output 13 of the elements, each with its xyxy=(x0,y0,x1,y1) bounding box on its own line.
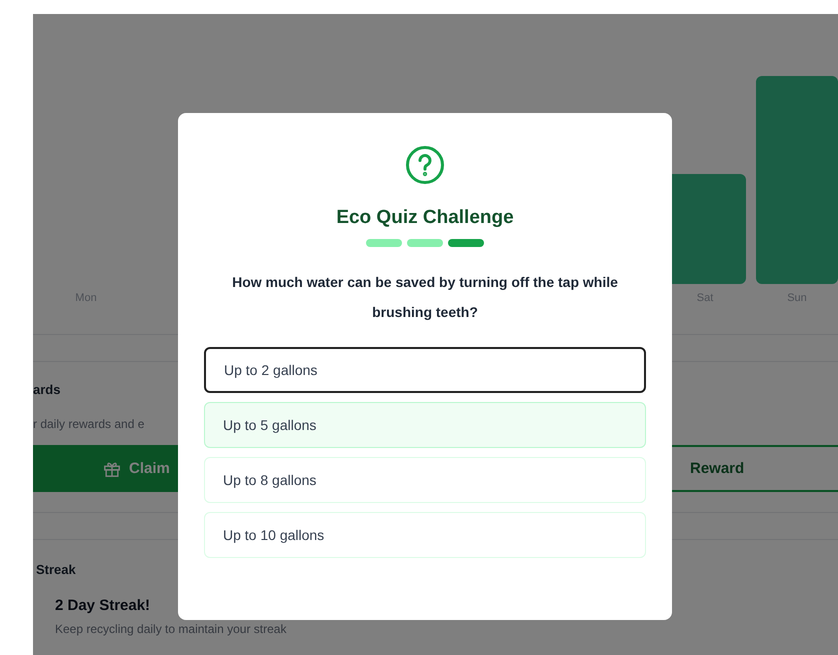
quiz-title: Eco Quiz Challenge xyxy=(336,207,514,229)
answer-option[interactable]: Up to 8 gallons xyxy=(204,457,646,503)
section-heading: ards xyxy=(33,382,60,397)
quiz-question: How much water can be saved by turning off the tap while brushing teeth? xyxy=(231,273,619,322)
question-icon xyxy=(405,145,445,185)
section-description: r daily rewards and e xyxy=(33,417,144,431)
gift-icon xyxy=(103,460,121,478)
answer-option[interactable]: Up to 10 gallons xyxy=(204,512,646,558)
streak-title: 2 Day Streak! xyxy=(55,597,150,614)
answer-option[interactable]: Up to 5 gallons xyxy=(204,402,646,448)
answer-option[interactable]: Up to 2 gallons xyxy=(204,347,646,393)
section-heading: Streak xyxy=(36,562,76,577)
streak-description: Keep recycling daily to maintain your streak xyxy=(55,622,286,636)
